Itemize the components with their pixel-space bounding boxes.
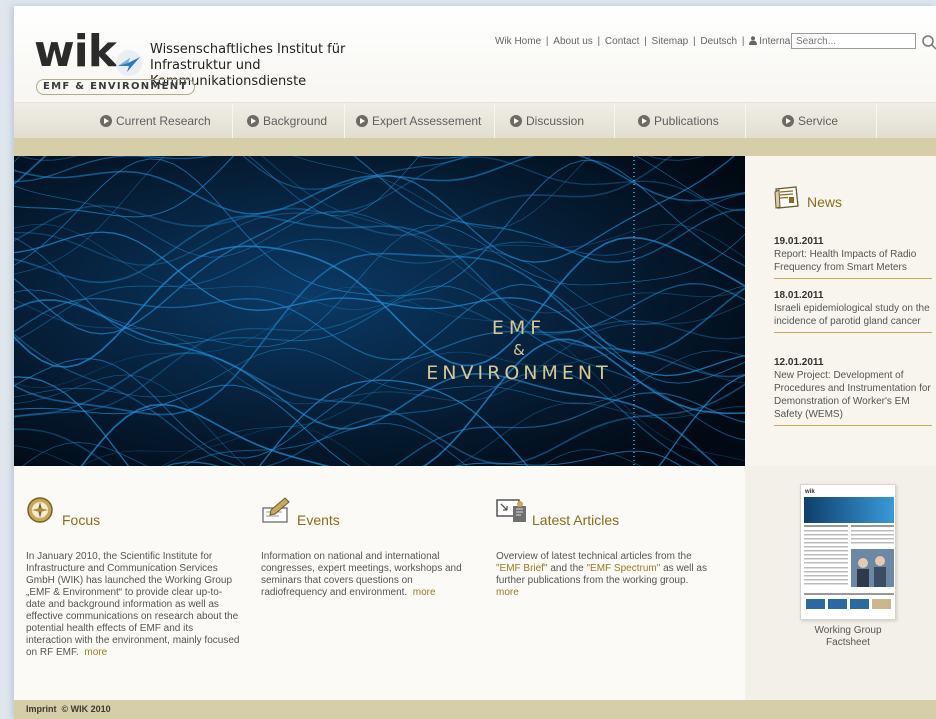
nav-service[interactable]: Service [782, 103, 838, 139]
factsheet-caption[interactable]: Working Group Factsheet [785, 625, 911, 649]
nav-background[interactable]: Background [247, 103, 327, 139]
hero-line-environment: ENVIRONMENT [426, 362, 612, 384]
focus-body: In January 2010, the Scientific Institut… [26, 551, 240, 658]
logo-wordmark: wik [34, 26, 117, 77]
search-icon[interactable] [921, 34, 936, 50]
hero-title: EMF & ENVIRONMENT [414, 316, 624, 386]
arrow-right-icon [356, 115, 368, 127]
footer: Imprint © WIK 2010 [14, 700, 936, 719]
news-date: 18.01.2011 [774, 290, 824, 301]
emf-spectrum-link[interactable]: "EMF Spectrum" [587, 563, 661, 574]
logo-arrow-icon [116, 50, 142, 76]
emf-brief-link[interactable]: "EMF Brief" [496, 563, 548, 574]
factsheet-preview-image: wik [801, 485, 895, 619]
accent-bar [14, 138, 936, 156]
main-nav: Current Research Background Expert Asses… [14, 102, 936, 139]
nav-discussion[interactable]: Discussion [510, 103, 584, 139]
newspaper-icon [774, 186, 799, 209]
events-text: Information on national and internationa… [261, 551, 476, 599]
nav-label: Publications [654, 114, 719, 128]
toplink-about-us[interactable]: About us [553, 36, 592, 47]
toplink-wik-home[interactable]: Wik Home [495, 36, 541, 47]
news-text: Israeli epidemiological study on the inc… [774, 303, 930, 327]
nav-divider [494, 103, 495, 139]
nav-publications[interactable]: Publications [638, 103, 719, 139]
nav-divider [614, 103, 615, 139]
nav-label: Service [798, 114, 839, 128]
articles-more-link[interactable]: more [496, 587, 519, 598]
latest-articles-text: Overview of latest technical articles fr… [496, 551, 711, 599]
toplink-internal[interactable]: Internal [759, 36, 792, 47]
articles-intro: Overview of latest technical articles fr… [496, 551, 692, 562]
focus-more-link[interactable]: more [84, 647, 107, 658]
latest-articles-title: Latest Articles [532, 512, 620, 528]
events-more-link[interactable]: more [413, 587, 436, 598]
top-links: Wik Home | About us | Contact | Sitemap … [495, 36, 793, 47]
news-date: 19.01.2011 [774, 236, 824, 247]
imprint-link[interactable]: Imprint [26, 704, 57, 714]
institute-line-1: Wissenschaftliches Institut für [150, 42, 346, 57]
factsheet-caption-line-2: Factsheet [826, 637, 870, 648]
news-item[interactable]: 19.01.2011 Report: Health Impacts of Rad… [774, 235, 932, 279]
news-title: News [807, 194, 843, 210]
factsheet-caption-line-1: Working Group [814, 625, 882, 636]
factsheet-panel: wik Working Group Factsheet [745, 466, 936, 700]
news-date: 12.01.2011 [774, 357, 824, 368]
copyright-text: © WIK 2010 [61, 704, 111, 714]
nav-label: Current Research [116, 114, 211, 128]
compass-icon [27, 497, 53, 523]
arrow-right-icon [510, 115, 522, 127]
news-text: New Project: Development of Procedures a… [774, 370, 931, 420]
nav-divider [876, 103, 877, 139]
nav-current-research[interactable]: Current Research [100, 103, 211, 139]
nav-label: Background [263, 114, 328, 128]
hero-line-emf: EMF [491, 317, 547, 339]
nav-label: Discussion [526, 114, 585, 128]
events-title: Events [297, 512, 340, 528]
arrow-right-icon [247, 115, 259, 127]
logo-subtitle-badge: EMF & ENVIRONMENT [36, 79, 195, 95]
hero-banner: EMF & ENVIRONMENT [14, 156, 745, 466]
search-input[interactable] [791, 33, 916, 49]
articles-and: and the [550, 563, 584, 574]
focus-title: Focus [62, 512, 101, 528]
toplink-deutsch[interactable]: Deutsch [700, 36, 737, 47]
focus-text: In January 2010, the Scientific Institut… [26, 551, 241, 659]
page: wik Wissenschaftliches Institut für Infr… [14, 6, 936, 719]
nav-divider [745, 103, 746, 139]
svg-text:wik: wik [804, 489, 815, 495]
wik-logo[interactable]: wik Wissenschaftliches Institut für Infr… [34, 30, 404, 100]
toplink-sitemap[interactable]: Sitemap [652, 36, 689, 47]
nav-label: Expert Assessement [372, 114, 482, 128]
pencil-notepad-icon [262, 497, 290, 523]
user-icon [749, 36, 758, 45]
arrow-right-icon [100, 115, 112, 127]
news-item[interactable]: 18.01.2011 Israeli epidemiological study… [774, 289, 932, 333]
arrow-right-icon [638, 115, 650, 127]
nav-expert-assessement[interactable]: Expert Assessement [356, 103, 481, 139]
factsheet-thumbnail[interactable]: wik [800, 484, 896, 620]
news-panel: News 19.01.2011 Report: Health Impacts o… [745, 156, 936, 466]
header: wik Wissenschaftliches Institut für Infr… [14, 6, 936, 102]
toplink-contact[interactable]: Contact [605, 36, 639, 47]
arrow-right-icon [782, 115, 794, 127]
hero-line-amp: & [513, 341, 525, 359]
nav-divider [344, 103, 345, 139]
content-columns: Focus In January 2010, the Scientific In… [14, 466, 745, 700]
articles-monitor-icon [496, 499, 526, 522]
news-item[interactable]: 12.01.2011 New Project: Development of P… [774, 356, 932, 426]
news-text: Report: Health Impacts of Radio Frequenc… [774, 249, 917, 273]
nav-divider [232, 103, 233, 139]
wave-pattern-image [14, 156, 745, 466]
